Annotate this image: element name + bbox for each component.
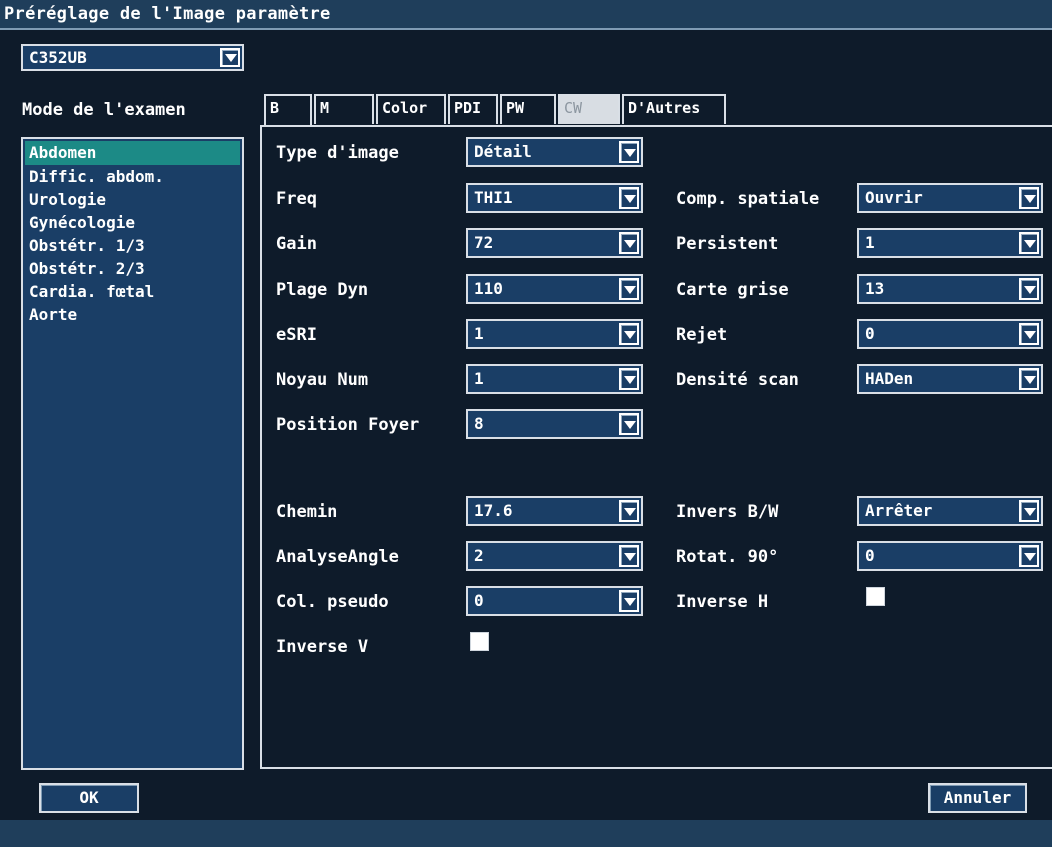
freq-value: THI1 — [474, 188, 513, 207]
chevron-down-icon[interactable] — [220, 48, 240, 67]
chevron-down-icon[interactable] — [1019, 278, 1039, 300]
gain-label: Gain — [276, 234, 317, 254]
chevron-down-icon[interactable] — [619, 413, 639, 435]
type-image-select[interactable]: Détail — [466, 137, 643, 167]
type-image-value: Détail — [474, 142, 532, 161]
freq-label: Freq — [276, 189, 317, 209]
chevron-down-icon[interactable] — [1019, 368, 1039, 390]
probe-select[interactable]: C352UB — [21, 44, 244, 71]
inverse-h-label: Inverse H — [676, 592, 769, 612]
title-bar: Préréglage de l'Image paramètre — [0, 0, 1052, 30]
status-bar — [0, 820, 1052, 847]
position-foyer-value: 8 — [474, 414, 484, 433]
invers-bw-label: Invers B/W — [676, 502, 779, 522]
chevron-down-icon[interactable] — [619, 323, 639, 345]
col-pseudo-label: Col. pseudo — [276, 592, 389, 612]
plage-dyn-select[interactable]: 110 — [466, 274, 643, 304]
invers-bw-select[interactable]: Arrêter — [857, 496, 1043, 526]
chevron-down-icon[interactable] — [1019, 500, 1039, 522]
col-pseudo-select[interactable]: 0 — [466, 586, 643, 616]
chemin-value: 17.6 — [474, 501, 513, 520]
persistent-label: Persistent — [676, 234, 779, 254]
chemin-label: Chemin — [276, 502, 338, 522]
comp-spatiale-select[interactable]: Ouvrir — [857, 183, 1043, 213]
col-pseudo-value: 0 — [474, 591, 484, 610]
freq-select[interactable]: THI1 — [466, 183, 643, 213]
analyse-angle-label: AnalyseAngle — [276, 547, 399, 567]
tab-m[interactable]: M — [314, 94, 374, 124]
chevron-down-icon[interactable] — [619, 545, 639, 567]
esri-select[interactable]: 1 — [466, 319, 643, 349]
chevron-down-icon[interactable] — [619, 368, 639, 390]
plage-dyn-label: Plage Dyn — [276, 280, 369, 300]
densite-scan-value: HADen — [865, 369, 914, 388]
comp-spatiale-value: Ouvrir — [865, 188, 923, 207]
noyau-num-label: Noyau Num — [276, 370, 369, 390]
chevron-down-icon[interactable] — [1019, 232, 1039, 254]
cancel-button[interactable]: Annuler — [928, 783, 1027, 813]
type-image-label: Type d'image — [276, 143, 399, 163]
probe-select-value: C352UB — [29, 48, 87, 67]
chevron-down-icon[interactable] — [1019, 545, 1039, 567]
esri-value: 1 — [474, 324, 484, 343]
comp-spatiale-label: Comp. spatiale — [676, 189, 820, 209]
window-title: Préréglage de l'Image paramètre — [4, 4, 331, 24]
chevron-down-icon[interactable] — [619, 141, 639, 163]
chevron-down-icon[interactable] — [619, 590, 639, 612]
exam-mode-list[interactable]: Abdomen Diffic. abdom. Urologie Gynécolo… — [21, 137, 244, 770]
invers-bw-value: Arrêter — [865, 501, 933, 520]
exam-item-aorte[interactable]: Aorte — [25, 303, 240, 327]
chevron-down-icon[interactable] — [619, 500, 639, 522]
noyau-num-select[interactable]: 1 — [466, 364, 643, 394]
carte-grise-value: 13 — [865, 279, 885, 298]
rotat-90-label: Rotat. 90° — [676, 547, 779, 567]
tab-color[interactable]: Color — [376, 94, 446, 124]
chevron-down-icon[interactable] — [619, 278, 639, 300]
tab-pw[interactable]: PW — [500, 94, 556, 124]
exam-item-abdomen[interactable]: Abdomen — [25, 141, 240, 165]
persistent-value: 1 — [865, 233, 875, 252]
exam-item-diffic-abdom[interactable]: Diffic. abdom. — [25, 165, 240, 189]
esri-label: eSRI — [276, 325, 317, 345]
chevron-down-icon[interactable] — [619, 187, 639, 209]
position-foyer-select[interactable]: 8 — [466, 409, 643, 439]
plage-dyn-value: 110 — [474, 279, 503, 298]
persistent-select[interactable]: 1 — [857, 228, 1043, 258]
gain-value: 72 — [474, 233, 494, 252]
exam-item-urologie[interactable]: Urologie — [25, 188, 240, 212]
settings-panel — [260, 125, 1052, 769]
chemin-select[interactable]: 17.6 — [466, 496, 643, 526]
exam-item-gynecologie[interactable]: Gynécologie — [25, 211, 240, 235]
noyau-num-value: 1 — [474, 369, 484, 388]
analyse-angle-select[interactable]: 2 — [466, 541, 643, 571]
inverse-h-checkbox[interactable] — [866, 587, 885, 606]
tab-cw: CW — [558, 94, 620, 124]
tab-pdi[interactable]: PDI — [448, 94, 498, 124]
analyse-angle-value: 2 — [474, 546, 484, 565]
inverse-v-checkbox[interactable] — [470, 632, 489, 651]
densite-scan-label: Densité scan — [676, 370, 799, 390]
rejet-label: Rejet — [676, 325, 728, 345]
rejet-select[interactable]: 0 — [857, 319, 1043, 349]
tab-b[interactable]: B — [264, 94, 312, 127]
chevron-down-icon[interactable] — [1019, 323, 1039, 345]
exam-item-obstetr-1-3[interactable]: Obstétr. 1/3 — [25, 234, 240, 258]
ok-button[interactable]: OK — [39, 783, 139, 813]
chevron-down-icon[interactable] — [619, 232, 639, 254]
chevron-down-icon[interactable] — [1019, 187, 1039, 209]
densite-scan-select[interactable]: HADen — [857, 364, 1043, 394]
exam-item-obstetr-2-3[interactable]: Obstétr. 2/3 — [25, 257, 240, 281]
exam-mode-label: Mode de l'examen — [22, 100, 186, 120]
tab-d-autres[interactable]: D'Autres — [622, 94, 726, 124]
carte-grise-select[interactable]: 13 — [857, 274, 1043, 304]
rejet-value: 0 — [865, 324, 875, 343]
carte-grise-label: Carte grise — [676, 280, 789, 300]
inverse-v-label: Inverse V — [276, 637, 369, 657]
rotat-90-value: 0 — [865, 546, 875, 565]
exam-item-cardia-foetal[interactable]: Cardia. fœtal — [25, 280, 240, 304]
position-foyer-label: Position Foyer — [276, 415, 420, 435]
gain-select[interactable]: 72 — [466, 228, 643, 258]
rotat-90-select[interactable]: 0 — [857, 541, 1043, 571]
